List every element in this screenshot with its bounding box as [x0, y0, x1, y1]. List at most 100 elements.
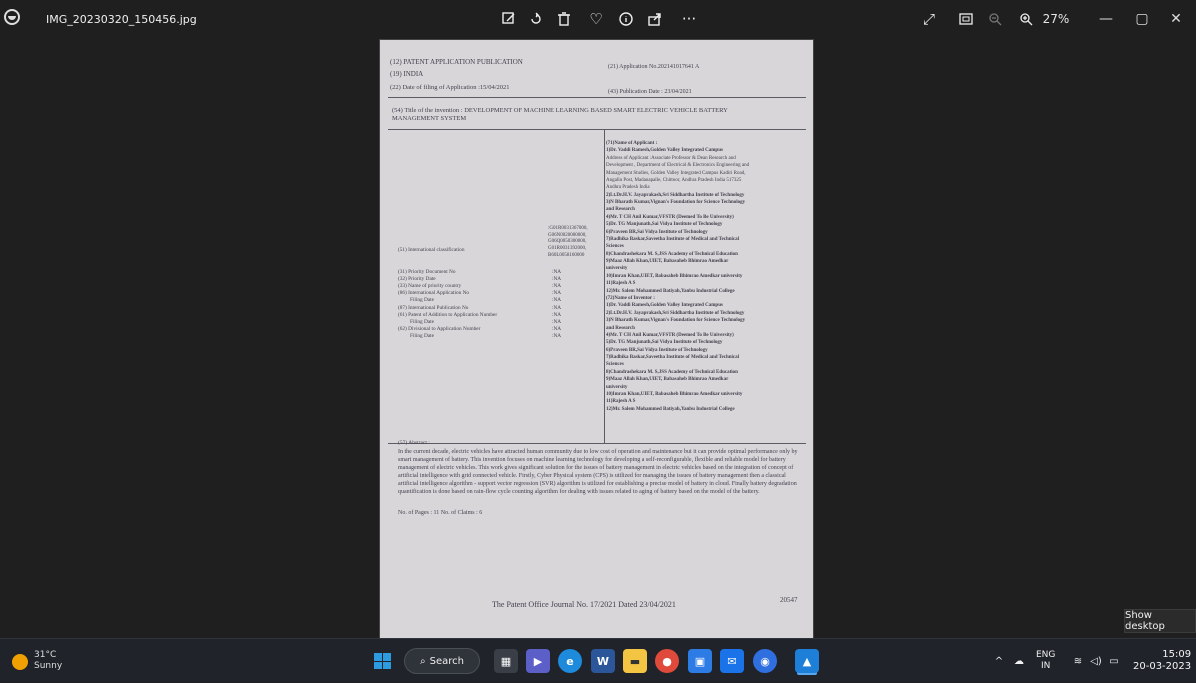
doc-line: 8)Chandrashekara M. S,JSS Academy of Tec…	[606, 251, 738, 257]
edit-icon[interactable]	[495, 0, 523, 38]
doc-line: 6)Praveen BR,Sai Vidya Institute of Tech…	[606, 347, 708, 353]
field-label: (51) International classification	[398, 247, 465, 253]
divider	[388, 129, 806, 130]
date: 20-03-2023	[1133, 661, 1192, 672]
close-button[interactable]: ✕	[1160, 0, 1192, 38]
column-divider	[604, 129, 605, 443]
favorite-icon[interactable]: ♡	[582, 0, 610, 38]
doc-line: 3)N Bharath Kumar,Vignan's Foundation fo…	[606, 200, 746, 206]
teams-icon[interactable]: ▶	[526, 649, 550, 673]
field-label: (86) International Application No	[398, 290, 470, 297]
edge-browser-icon[interactable]: e	[558, 649, 582, 673]
search-label: Search	[429, 655, 464, 667]
doc-line: 3)N Bharath Kumar,Vignan's Foundation fo…	[606, 318, 746, 324]
doc-line: Sciences	[606, 362, 624, 368]
share-icon[interactable]	[641, 0, 669, 38]
doc-line: :NA	[552, 332, 562, 339]
publication-date: (43) Publication Date : 23/04/2021	[608, 89, 692, 95]
doc-line: 7)Radhika Baskar,Saveetha Institute of M…	[606, 355, 740, 361]
doc-line: 1)Dr. Vaddi Ramesh,Golden Valley Integra…	[606, 148, 723, 154]
doc-line: 9)Maaz Allah Khan,UIET, Babasaheb Bhimra…	[606, 377, 729, 383]
doc-line: Andhra Pradesh India	[606, 185, 650, 191]
doc-line: :NA	[552, 325, 562, 332]
doc-line: and Research	[606, 207, 635, 213]
fit-to-window-icon[interactable]	[952, 0, 980, 38]
doc-line: 10)Imran Khan,UIET, Babasaheb Bhimrao Am…	[606, 391, 743, 397]
doc-line: :NA	[552, 276, 562, 283]
store-icon[interactable]: ▣	[688, 649, 712, 673]
more-icon[interactable]: ···	[675, 0, 703, 38]
doc-line: Sciences	[606, 244, 624, 250]
chevron-up-icon[interactable]: ^	[992, 639, 1006, 683]
start-button[interactable]	[372, 639, 392, 683]
chrome-icon[interactable]: ●	[655, 649, 679, 673]
field-label: Filing Date	[410, 297, 434, 304]
sun-icon[interactable]	[12, 654, 28, 670]
file-explorer-icon[interactable]: ▬	[623, 649, 647, 673]
doc-line: B60L0058160000	[548, 252, 585, 258]
field-label: (62) Divisional to Application Number	[398, 325, 481, 332]
doc-line: :NA	[552, 269, 562, 275]
language-code: ENG	[1036, 650, 1056, 660]
time: 15:09	[1162, 649, 1192, 660]
doc-line: 6)Praveen BR,Sai Vidya Institute of Tech…	[606, 229, 708, 235]
doc-line: G06N0020000000,	[548, 232, 587, 238]
doc-line: 5)Dr. TG Manjunath,Sai Vidya Institute o…	[606, 340, 723, 346]
zoom-app-icon[interactable]: ◉	[753, 649, 777, 673]
doc-line: (72)Name of Inventor :	[606, 295, 655, 301]
rotate-icon[interactable]	[522, 0, 550, 38]
field-label: (32) Priority Date	[398, 276, 436, 283]
zoom-out-icon[interactable]	[981, 0, 1009, 38]
doc-line: university	[606, 384, 628, 390]
show-desktop-tooltip: Show desktop	[1124, 609, 1196, 633]
region-code: IN	[1041, 661, 1051, 671]
doc-line: 11)Rajesh A S	[606, 399, 636, 405]
search-icon: ⌕	[420, 655, 426, 667]
doc-line: :NA	[552, 318, 562, 325]
doc-line: 8)Chandrashekara M. S,JSS Academy of Tec…	[606, 369, 738, 375]
doc-line: :NA	[552, 297, 562, 304]
weather-condition: Sunny	[34, 661, 63, 671]
pub-header: (12) PATENT APPLICATION PUBLICATION	[390, 58, 523, 66]
photos-taskbar-icon[interactable]: ▲	[795, 649, 819, 673]
fullscreen-icon[interactable]: ⤢	[915, 0, 943, 38]
taskbar-search-box[interactable]: ⌕ Search	[404, 648, 480, 674]
doc-line: university	[606, 266, 628, 272]
doc-line: 12)Mr. Salem Mohammed Batiyah,Yanbu Indu…	[606, 288, 735, 294]
mail-icon[interactable]: ✉	[720, 649, 744, 673]
filing-date: (22) Date of filing of Application :15/0…	[390, 84, 510, 91]
language-indicator[interactable]: ENG IN	[1036, 639, 1055, 683]
doc-line: 2)Lt.Dr.H.V. Jayaprakash,Sri Siddhartha …	[606, 192, 745, 198]
patent-document-image: (12) PATENT APPLICATION PUBLICATION (21)…	[380, 40, 813, 640]
cloud-sync-icon[interactable]: ☁	[1010, 639, 1028, 683]
clock[interactable]: 15:09 20-03-2023	[1133, 639, 1191, 683]
wifi-icon[interactable]: ≋	[1070, 639, 1086, 683]
doc-line: Address of Applicant :Associate Professo…	[606, 155, 736, 161]
minimize-button[interactable]: —	[1090, 0, 1122, 38]
page-number: 20547	[780, 596, 798, 604]
doc-line: Development , Department of Electrical &…	[606, 163, 750, 169]
field-label: (61) Patent of Addition to Application N…	[398, 311, 498, 318]
word-icon[interactable]: W	[591, 649, 615, 673]
volume-icon[interactable]: ◁)	[1088, 639, 1104, 683]
doc-line: 4)Mr. T CH Anil Kumar,VFSTR (Deemed To B…	[606, 214, 734, 220]
country: (19) INDIA	[390, 70, 424, 78]
taskbar: 31°C Sunny ⌕ Search ▦ ▶ e W ▬ ● ▣ ✉ ◉ ▲ …	[0, 638, 1196, 682]
doc-line: 10)Imran Khan,UIET, Babasaheb Bhimrao Am…	[606, 273, 743, 279]
doc-line: Angallu Post, Madanapalle, Chittoor, And…	[606, 177, 742, 183]
weather-widget[interactable]: 31°C Sunny	[34, 639, 62, 683]
doc-line: 12)Mr. Salem Mohammed Batiyah,Yanbu Indu…	[606, 406, 735, 412]
zoom-in-icon[interactable]	[1012, 0, 1040, 38]
application-number: (21) Application No.202141017641 A	[608, 64, 700, 70]
maximize-button[interactable]: ▢	[1126, 0, 1158, 38]
delete-icon[interactable]	[550, 0, 578, 38]
doc-line: 5)Dr. TG Manjunath,Sai Vidya Institute o…	[606, 222, 723, 228]
info-icon[interactable]	[612, 0, 640, 38]
battery-icon[interactable]: ▭	[1106, 639, 1122, 683]
zoom-level: 27%	[1042, 12, 1070, 26]
field-label: Filing Date	[410, 332, 434, 339]
temperature: 31°C	[34, 650, 57, 660]
field-label: (31) Priority Document No	[398, 269, 456, 275]
pages-claims: No. of Pages : 11 No. of Claims : 6	[398, 510, 483, 516]
task-view-icon[interactable]: ▦	[494, 649, 518, 673]
